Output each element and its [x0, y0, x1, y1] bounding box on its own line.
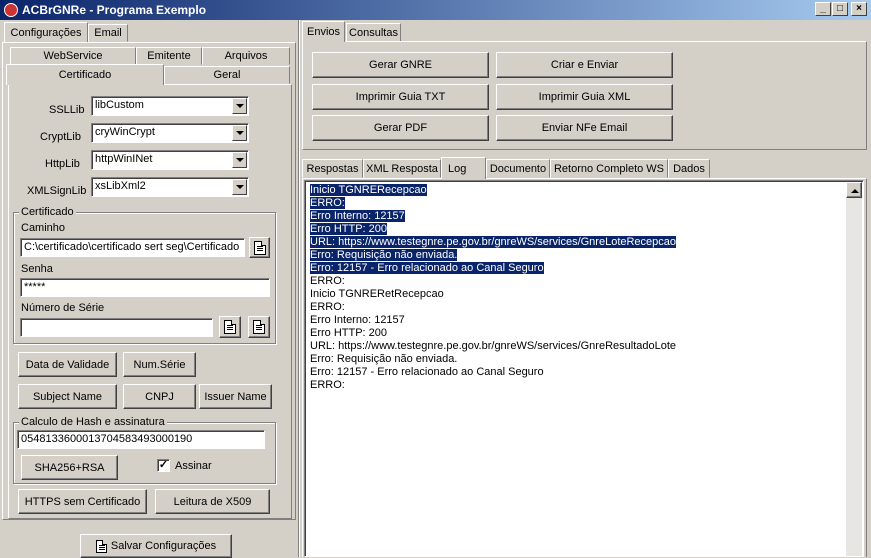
- log-line: Inicio TGNRERetRecepcao: [310, 288, 444, 300]
- sha256-rsa-button[interactable]: SHA256+RSA: [21, 455, 118, 480]
- log-line: Erro: Requisição não enviada.: [310, 353, 458, 365]
- log-line: Inicio TGNRERecepcao: [310, 184, 427, 196]
- close-button[interactable]: ×: [851, 2, 867, 16]
- gerar-gnre-button[interactable]: Gerar GNRE: [312, 52, 489, 78]
- log-line: Erro HTTP: 200: [310, 223, 388, 235]
- num-serie-button[interactable]: Num.Série: [123, 352, 196, 377]
- httplib-value: httpWinINet: [95, 153, 153, 165]
- tab-xml-resposta[interactable]: XML Resposta: [363, 159, 441, 178]
- chevron-down-icon[interactable]: [232, 152, 247, 168]
- hash-group-title: Calculo de Hash e assinatura: [19, 416, 167, 428]
- app-icon: [4, 3, 18, 17]
- caminho-label: Caminho: [21, 222, 66, 234]
- salvar-configuracoes-button[interactable]: Salvar Configurações: [80, 534, 232, 558]
- save-document-icon: [95, 539, 107, 553]
- tab-consultas[interactable]: Consultas: [346, 23, 401, 42]
- hash-input[interactable]: 0548133600013704583493000190: [17, 430, 265, 449]
- splitter[interactable]: [298, 20, 300, 557]
- select-serie-alt-button[interactable]: [248, 316, 270, 338]
- document-icon: [224, 320, 236, 334]
- cryptlib-label: CryptLib: [40, 131, 81, 143]
- log-line: ERRO:: [310, 197, 345, 209]
- numero-serie-label: Número de Série: [21, 302, 105, 314]
- ssllib-value: libCustom: [95, 99, 144, 111]
- criar-enviar-button[interactable]: Criar e Enviar: [496, 52, 673, 78]
- xmlsignlib-value: xsLibXml2: [95, 180, 146, 192]
- issuer-name-button[interactable]: Issuer Name: [199, 384, 272, 409]
- xmlsignlib-label: XMLSignLib: [27, 185, 87, 197]
- imprimir-guia-txt-button[interactable]: Imprimir Guia TXT: [312, 84, 489, 110]
- subject-name-button[interactable]: Subject Name: [18, 384, 117, 409]
- xmlsignlib-select[interactable]: xsLibXml2: [91, 177, 249, 197]
- cryptlib-value: cryWinCrypt: [95, 126, 155, 138]
- document-icon: [253, 320, 265, 334]
- httplib-label: HttpLib: [45, 158, 80, 170]
- cnpj-button[interactable]: CNPJ: [123, 384, 196, 409]
- caminho-input[interactable]: C:\certificado\certificado sert seg\Cert…: [20, 238, 245, 257]
- log-line: ERRO:: [310, 379, 345, 391]
- tab-log[interactable]: Log: [441, 157, 486, 179]
- senha-label: Senha: [21, 263, 53, 275]
- tab-retorno-completo-ws[interactable]: Retorno Completo WS: [550, 159, 668, 178]
- tab-geral[interactable]: Geral: [164, 66, 290, 84]
- document-icon: [253, 240, 266, 255]
- tab-envios[interactable]: Envios: [302, 21, 345, 42]
- ssllib-label: SSLLib: [49, 104, 85, 116]
- log-line: Erro Interno: 12157: [310, 210, 405, 222]
- minimize-button[interactable]: _: [815, 2, 831, 16]
- log-line: Erro Interno: 12157: [310, 314, 405, 326]
- title-bar: ACBrGNRe - Programa Exemplo _ □ ×: [0, 0, 871, 20]
- browse-certificado-button[interactable]: [249, 237, 270, 258]
- certificado-group-title: Certificado: [19, 206, 76, 218]
- tab-documento[interactable]: Documento: [486, 159, 550, 178]
- https-sem-certificado-button[interactable]: HTTPS sem Certificado: [18, 489, 147, 514]
- assinar-label: Assinar: [175, 460, 212, 472]
- tab-webservice[interactable]: WebService: [10, 47, 136, 65]
- tab-certificado[interactable]: Certificado: [6, 64, 164, 85]
- log-line: URL: https://www.testegnre.pe.gov.br/gnr…: [310, 340, 677, 352]
- tab-dados[interactable]: Dados: [668, 159, 710, 178]
- select-serie-button[interactable]: [219, 316, 241, 338]
- senha-input[interactable]: *****: [20, 278, 270, 297]
- leitura-x509-button[interactable]: Leitura de X509: [155, 489, 270, 514]
- log-line: Erro: Requisição não enviada.: [310, 249, 458, 261]
- tab-arquivos[interactable]: Arquivos: [202, 47, 290, 65]
- numero-serie-input[interactable]: [20, 318, 213, 337]
- log-textarea[interactable]: Inicio TGNRERecepcao ERRO: Erro Interno:…: [304, 180, 864, 557]
- log-line: ERRO:: [310, 301, 345, 313]
- chevron-down-icon[interactable]: [232, 98, 247, 114]
- chevron-down-icon[interactable]: [232, 125, 247, 141]
- ssllib-select[interactable]: libCustom: [91, 96, 249, 116]
- log-line: URL: https://www.testegnre.pe.gov.br/gnr…: [310, 236, 677, 248]
- log-line: Erro: 12157 - Erro relacionado ao Canal …: [310, 262, 544, 274]
- log-line: Erro: 12157 - Erro relacionado ao Canal …: [310, 366, 544, 378]
- log-scrollbar[interactable]: [846, 182, 862, 556]
- tab-emitente[interactable]: Emitente: [136, 47, 202, 65]
- tab-email[interactable]: Email: [88, 24, 128, 42]
- log-line: ERRO:: [310, 275, 345, 287]
- enviar-nfe-email-button[interactable]: Enviar NFe Email: [496, 115, 673, 141]
- assinar-checkbox[interactable]: ✓: [157, 459, 170, 472]
- salvar-configuracoes-label: Salvar Configurações: [110, 540, 217, 552]
- scroll-up-arrow-icon[interactable]: [846, 182, 862, 198]
- maximize-button[interactable]: □: [832, 2, 848, 16]
- imprimir-guia-xml-button[interactable]: Imprimir Guia XML: [496, 84, 673, 110]
- data-validade-button[interactable]: Data de Validade: [18, 352, 117, 377]
- window-title: ACBrGNRe - Programa Exemplo: [22, 3, 207, 17]
- httplib-select[interactable]: httpWinINet: [91, 150, 249, 170]
- tab-configuracoes[interactable]: Configurações: [4, 22, 88, 42]
- log-line: Erro HTTP: 200: [310, 327, 388, 339]
- cryptlib-select[interactable]: cryWinCrypt: [91, 123, 249, 143]
- gerar-pdf-button[interactable]: Gerar PDF: [312, 115, 489, 141]
- chevron-down-icon[interactable]: [232, 179, 247, 195]
- tab-respostas[interactable]: Respostas: [302, 159, 363, 178]
